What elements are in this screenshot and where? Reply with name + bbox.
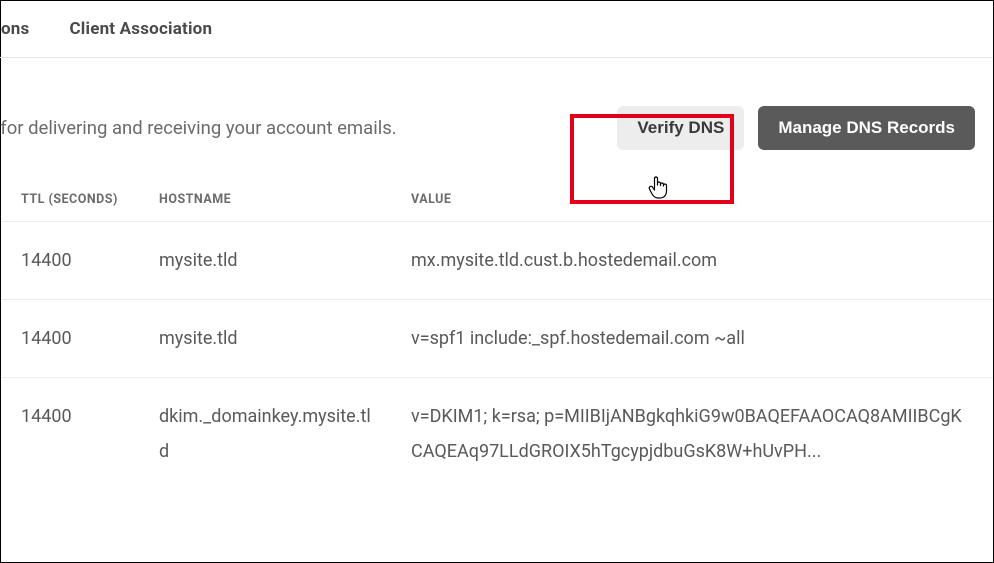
- cell-ttl: 14400: [21, 321, 159, 356]
- cell-value: mx.mysite.tld.cust.b.hostedemail.com: [411, 243, 975, 278]
- tab-client-association[interactable]: Client Association: [49, 19, 232, 39]
- table-row: 14400 mysite.tld mx.mysite.tld.cust.b.ho…: [1, 221, 993, 299]
- tab-partial[interactable]: ons: [0, 19, 49, 39]
- verify-dns-button[interactable]: Verify DNS: [617, 106, 744, 150]
- cell-ttl: 14400: [21, 243, 159, 278]
- description-row: ble for delivering and receiving your ac…: [1, 58, 993, 160]
- cell-value: v=DKIM1; k=rsa; p=MIIBIjANBgkqhkiG9w0BAQ…: [411, 399, 975, 469]
- description-text: ble for delivering and receiving your ac…: [0, 117, 397, 139]
- manage-dns-records-button[interactable]: Manage DNS Records: [758, 106, 975, 150]
- dns-records-table: TTL (SECONDS) HOSTNAME VALUE 14400 mysit…: [1, 160, 993, 490]
- col-header-hostname: HOSTNAME: [159, 192, 411, 207]
- cell-ttl: 14400: [21, 399, 159, 434]
- table-row: 14400 mysite.tld v=spf1 include:_spf.hos…: [1, 299, 993, 377]
- table-row: 14400 dkim._domainkey.mysite.tld v=DKIM1…: [1, 377, 993, 490]
- col-header-ttl: TTL (SECONDS): [21, 192, 159, 207]
- cell-hostname: dkim._domainkey.mysite.tld: [159, 399, 411, 469]
- table-header: TTL (SECONDS) HOSTNAME VALUE: [1, 160, 993, 221]
- cell-value: v=spf1 include:_spf.hostedemail.com ~all: [411, 321, 975, 356]
- cell-hostname: mysite.tld: [159, 321, 411, 356]
- tabs-bar: ons Client Association: [0, 1, 993, 58]
- button-group: Verify DNS Manage DNS Records: [617, 106, 975, 150]
- col-header-value: VALUE: [411, 192, 993, 207]
- cell-hostname: mysite.tld: [159, 243, 411, 278]
